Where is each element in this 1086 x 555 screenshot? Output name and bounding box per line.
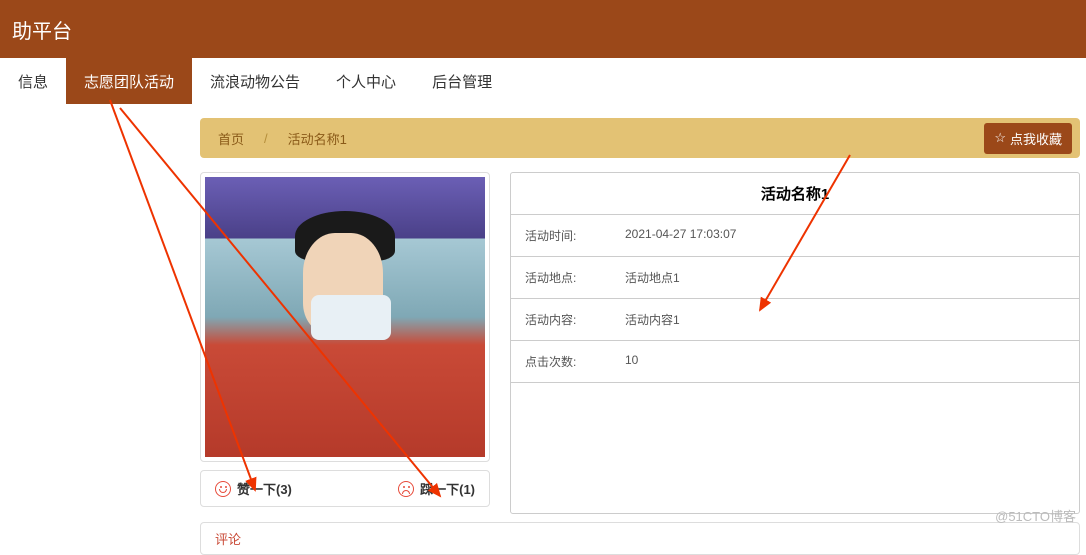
breadcrumb: 首页 / 活动名称1 — [218, 129, 347, 148]
nav-item-admin[interactable]: 后台管理 — [414, 58, 510, 104]
info-empty-space — [511, 383, 1079, 513]
info-row-content: 活动内容: 活动内容1 — [511, 299, 1079, 341]
left-column: 赞一下(3) 踩一下(1) — [200, 172, 490, 514]
site-title: 助平台 — [12, 15, 72, 44]
info-title: 活动名称1 — [511, 173, 1079, 215]
info-row-clicks: 点击次数: 10 — [511, 341, 1079, 383]
breadcrumb-current: 活动名称1 — [288, 129, 347, 148]
info-value: 活动内容1 — [611, 299, 1079, 340]
star-icon: ☆ — [994, 130, 1006, 146]
comment-section-header: 评论 — [200, 522, 1080, 555]
content-area: 首页 / 活动名称1 ☆ 点我收藏 赞一下(3) — [0, 104, 1086, 555]
info-value: 活动地点1 — [611, 257, 1079, 298]
like-label: 赞一下(3) — [237, 479, 292, 498]
activity-photo — [205, 177, 485, 457]
breadcrumb-bar: 首页 / 活动名称1 ☆ 点我收藏 — [200, 118, 1080, 158]
info-label: 活动内容: — [511, 299, 611, 340]
info-row-place: 活动地点: 活动地点1 — [511, 257, 1079, 299]
dislike-label: 踩一下(1) — [420, 479, 475, 498]
info-row-time: 活动时间: 2021-04-27 17:03:07 — [511, 215, 1079, 257]
favorite-label: 点我收藏 — [1010, 129, 1062, 148]
breadcrumb-separator: / — [264, 131, 268, 146]
info-label: 点击次数: — [511, 341, 611, 382]
info-label: 活动时间: — [511, 215, 611, 256]
header: 助平台 — [0, 0, 1086, 58]
vote-bar: 赞一下(3) 踩一下(1) — [200, 470, 490, 507]
info-label: 活动地点: — [511, 257, 611, 298]
dislike-button[interactable]: 踩一下(1) — [398, 479, 475, 498]
watermark: @51CTO博客 — [995, 506, 1076, 525]
like-button[interactable]: 赞一下(3) — [215, 479, 292, 498]
info-value: 2021-04-27 17:03:07 — [611, 215, 1079, 256]
favorite-button[interactable]: ☆ 点我收藏 — [984, 123, 1072, 154]
nav-item-user-center[interactable]: 个人中心 — [318, 58, 414, 104]
nav-item-volunteer-activity[interactable]: 志愿团队活动 — [66, 58, 192, 104]
comment-label: 评论 — [215, 532, 241, 547]
info-value: 10 — [611, 341, 1079, 382]
main-nav: 信息 志愿团队活动 流浪动物公告 个人中心 后台管理 — [0, 58, 1086, 104]
nav-item-stray-announcement[interactable]: 流浪动物公告 — [192, 58, 318, 104]
nav-item-info[interactable]: 信息 — [0, 58, 66, 104]
sad-icon — [398, 481, 414, 497]
main-row: 赞一下(3) 踩一下(1) 活动名称1 活动时间: 2021-04-27 17:… — [200, 172, 1080, 514]
photo-card — [200, 172, 490, 462]
smile-icon — [215, 481, 231, 497]
info-panel: 活动名称1 活动时间: 2021-04-27 17:03:07 活动地点: 活动… — [510, 172, 1080, 514]
breadcrumb-home[interactable]: 首页 — [218, 129, 244, 148]
